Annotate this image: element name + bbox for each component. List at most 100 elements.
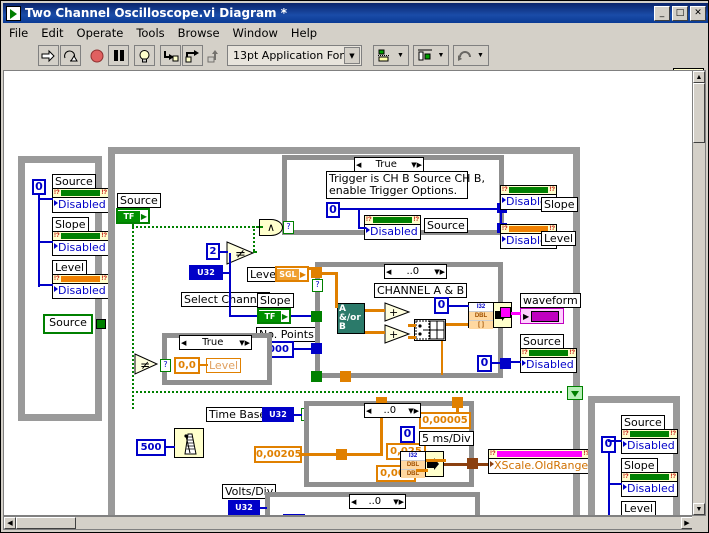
level-compare-node[interactable]: ≠: [134, 353, 160, 375]
menu-item-operate[interactable]: Operate: [77, 26, 124, 40]
source-property-node[interactable]: !? !? Disabled: [520, 348, 577, 373]
channel-case-constant-b[interactable]: 0: [477, 355, 492, 372]
time-base-conversion-node[interactable]: I32 DBL DBL: [400, 451, 444, 478]
channel-case-tunnel-b[interactable]: [500, 358, 511, 369]
run-continuous-button[interactable]: [60, 45, 81, 66]
right-loop-property-source[interactable]: !? !? Disabled: [621, 429, 678, 454]
left-property-node-level[interactable]: !? !? Disabled: [52, 274, 109, 299]
menu-item-tools[interactable]: Tools: [136, 26, 164, 40]
scroll-down-button[interactable]: ▼: [693, 503, 705, 515]
volts-div-case-selector[interactable]: ◀ ..0 ▼ ▶: [349, 494, 406, 509]
left-property-node-slope[interactable]: !? !? Disabled: [52, 231, 109, 256]
chevron-down-icon[interactable]: ▼: [397, 52, 404, 59]
add-function-node-a[interactable]: +: [384, 302, 412, 322]
scroll-up-button[interactable]: ▲: [693, 71, 705, 83]
wait-constant[interactable]: 500: [136, 439, 166, 456]
step-out-button[interactable]: [204, 45, 225, 66]
menu-item-edit[interactable]: Edit: [41, 26, 63, 40]
time-base-iteration[interactable]: 0: [400, 426, 415, 443]
trigger-property-node-source[interactable]: !? !? Disabled: [364, 215, 421, 240]
left-property-node-source[interactable]: !? !? Disabled: [52, 188, 109, 213]
select-channel-u32-terminal[interactable]: U32: [189, 265, 223, 280]
time-base-case-selector[interactable]: ◀ ..0 ▼ ▶: [364, 403, 421, 418]
right-structure-frame[interactable]: [588, 396, 680, 515]
highlight-execution-bulb-icon[interactable]: [134, 45, 155, 66]
prop-fill-green: [629, 431, 670, 437]
block-diagram-canvas[interactable]: 0 Source !? !? Disabled Slope !? !? Disa…: [3, 70, 694, 516]
channel-tunnel-low[interactable]: [311, 343, 322, 354]
trigger-prop-label: Source: [424, 218, 468, 233]
horizontal-scroll-thumb[interactable]: [16, 517, 76, 529]
case-next-arrow-icon[interactable]: ▶: [245, 339, 250, 347]
level-sgl-terminal[interactable]: SGL ▶: [275, 266, 309, 282]
align-objects-button[interactable]: ▼: [373, 45, 409, 66]
slope-tf-terminal[interactable]: TF ▶: [257, 308, 291, 324]
channel-tunnel-bottom-left[interactable]: [311, 371, 322, 382]
channel-case-output-tunnel[interactable]: [500, 307, 511, 318]
right-loop-property-slope[interactable]: !? !? Disabled: [621, 472, 678, 497]
horizontal-scrollbar[interactable]: ◀ ▶: [3, 516, 694, 530]
menu-item-help[interactable]: Help: [291, 26, 317, 40]
pause-button[interactable]: [108, 45, 129, 66]
channel-tunnel-bottom[interactable]: [340, 371, 351, 382]
level-case-selector-terminal[interactable]: ?: [160, 359, 171, 372]
trigger-case-selector-terminal[interactable]: ?: [283, 221, 294, 234]
close-button[interactable]: ✕: [690, 5, 706, 21]
chevron-down-icon[interactable]: ▼: [344, 47, 360, 64]
right-prop-label-slope2: Slope: [621, 458, 658, 473]
menu-item-browse[interactable]: Browse: [178, 26, 220, 40]
font-selector[interactable]: 13pt Application Font ▼: [227, 45, 362, 66]
chevron-down-icon[interactable]: ▼: [477, 52, 484, 59]
channel-case-selector[interactable]: ◀ ..0 ▼ ▶: [384, 264, 447, 279]
svg-text:≠: ≠: [140, 358, 150, 372]
maximize-button[interactable]: □: [672, 5, 688, 21]
add-function-node-b[interactable]: +: [384, 324, 412, 344]
channel-case-selector-terminal[interactable]: ?: [312, 279, 323, 292]
case-next-arrow-icon[interactable]: ▶: [440, 268, 445, 276]
a-and-or-b-subvi-icon[interactable]: A &/or B: [337, 303, 365, 334]
trigger-case-constant[interactable]: 0: [326, 202, 340, 218]
scroll-left-button[interactable]: ◀: [4, 517, 16, 529]
channel-case-title: CHANNEL A & B: [374, 283, 468, 298]
case-next-arrow-icon[interactable]: ▶: [399, 498, 404, 506]
time-base-label: Time Base: [206, 407, 270, 422]
time-base-constant-d[interactable]: 0,00005: [419, 412, 471, 429]
run-button[interactable]: [38, 45, 59, 66]
waveform-property-node[interactable]: ▶: [520, 308, 564, 324]
vertical-scrollbar[interactable]: ▲ ▼: [692, 70, 706, 516]
distribute-objects-button[interactable]: ▼: [413, 45, 449, 66]
build-array-node[interactable]: [414, 319, 446, 341]
level-case-selector[interactable]: ◀ True ▼ ▶: [179, 335, 252, 350]
time-base-u32-terminal[interactable]: U32: [262, 407, 294, 422]
prop-error-out-icon: !?: [101, 232, 107, 239]
left-frame-output-tunnel[interactable]: [96, 319, 106, 329]
time-base-tunnel-top-2[interactable]: [452, 397, 463, 408]
step-into-button[interactable]: [160, 45, 181, 66]
abort-button[interactable]: [86, 45, 107, 66]
channel-case-constant-a[interactable]: 0: [434, 297, 449, 314]
case-next-arrow-icon[interactable]: ▶: [417, 161, 422, 169]
wait-ms-metronome-icon[interactable]: [174, 428, 204, 458]
trigger-case-selector[interactable]: ◀ True ▼ ▶: [354, 157, 424, 172]
source-reference-terminal[interactable]: TF ▶: [116, 208, 150, 224]
time-base-constant-a[interactable]: 0,00205: [254, 446, 302, 463]
channel-tunnel-mid[interactable]: [311, 311, 322, 322]
menu-item-window[interactable]: Window: [233, 26, 278, 40]
volts-div-u32-terminal[interactable]: U32: [228, 500, 260, 515]
reorder-objects-button[interactable]: ▼: [453, 45, 489, 66]
left-source-reference-terminal[interactable]: Source: [43, 314, 93, 334]
case-next-arrow-icon[interactable]: ▶: [414, 407, 419, 415]
right-iteration-terminal[interactable]: 0: [601, 436, 616, 453]
select-channel-constant[interactable]: 2: [206, 243, 220, 260]
feedback-output-marker[interactable]: [567, 386, 583, 400]
step-over-button[interactable]: [182, 45, 203, 66]
level-case-constant[interactable]: 0,0: [174, 357, 200, 374]
minimize-button[interactable]: _: [654, 5, 670, 21]
menu-item-file[interactable]: File: [9, 26, 28, 40]
xscale-property-node[interactable]: !? !? XScale.OldRange: [488, 449, 591, 474]
vertical-scroll-thumb[interactable]: [693, 83, 705, 143]
left-iteration-terminal[interactable]: 0: [32, 179, 46, 195]
prop-error-in-icon: !?: [54, 189, 60, 196]
chevron-down-icon[interactable]: ▼: [438, 52, 445, 59]
left-prop-value-slope: Disabled: [58, 241, 106, 254]
